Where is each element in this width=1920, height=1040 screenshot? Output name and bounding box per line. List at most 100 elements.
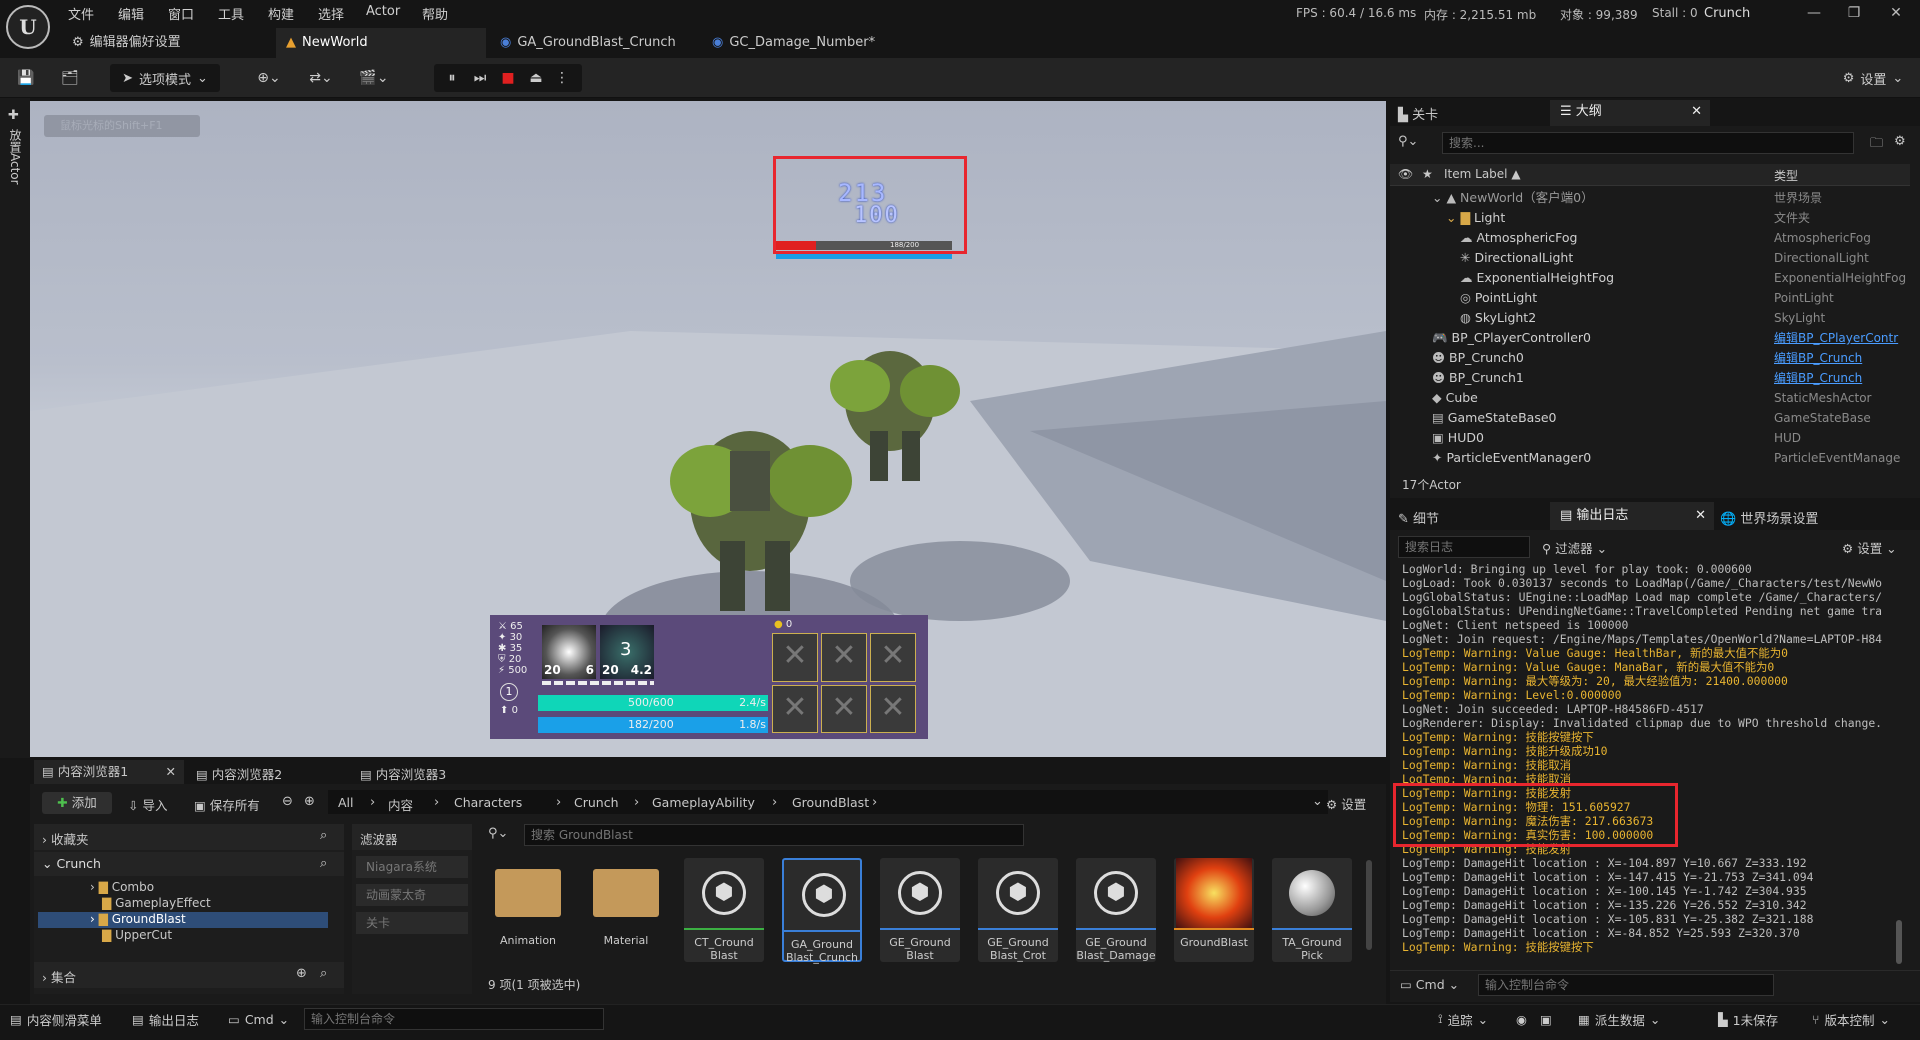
menu-help[interactable]: 帮助 [422,4,448,23]
search-icon[interactable]: ⌕ [320,966,327,981]
import-button[interactable]: ⇩ 导入 [128,795,167,814]
eject-icon[interactable]: ⏏ [524,64,548,92]
step-icon[interactable]: ⏭ [468,64,492,92]
unreal-logo[interactable]: U [6,5,50,49]
content-settings-button[interactable]: ⚙ 设置 [1326,794,1366,813]
row-type[interactable]: 编辑BP_Crunch [1774,348,1906,368]
log-filter-button[interactable]: ⚲ 过滤器 ⌄ [1542,538,1607,557]
blueprint-menu-icon[interactable]: ⇄⌄ [302,64,340,92]
asset-tile[interactable]: ⬢ GA_Ground Blast_Crunch [782,858,862,964]
path-gameplayability[interactable]: GameplayAbility [652,795,755,810]
path-all[interactable]: All [338,795,354,810]
restore-icon[interactable]: ❐ [1840,2,1868,24]
cinematics-icon[interactable]: 🎬⌄ [354,64,394,92]
save-icon[interactable]: 💾 [12,64,40,92]
inventory-slot[interactable]: ✕ [821,633,867,682]
close-window-icon[interactable]: ✕ [1882,2,1910,24]
collections-header[interactable]: › 集合 [42,967,76,986]
asset-tile[interactable]: ⬢ GE_Ground Blast_Damage [1076,858,1156,962]
filter-level[interactable]: 关卡 [356,912,468,934]
add-button[interactable]: ✚ 添加 [42,792,112,814]
tab-content-browser-2[interactable]: ▤ 内容浏览器2 [196,764,282,783]
content-drawer-button[interactable]: ▤ 内容侧滑菜单 [10,1006,102,1032]
outliner-row[interactable]: ◆ Cube StaticMeshActor [1390,388,1910,408]
outliner-row[interactable]: ⌄ ▇ Light 文件夹 [1390,208,1910,228]
place-actor-label[interactable]: 放置Actor [7,129,24,185]
outliner-row[interactable]: ▤ GameStateBase0 GameStateBase [1390,408,1910,428]
asset-search-input[interactable] [524,824,1024,846]
skill-slot-2[interactable]: 3 20 4.2 [600,625,654,679]
menu-actor[interactable]: Actor [366,4,400,19]
tree-item-groundblast[interactable]: › ▇ GroundBlast [90,912,186,926]
record-icon[interactable]: ◉ [1516,1006,1527,1032]
gear-icon[interactable]: ⚙ [1894,134,1906,149]
inventory-slot[interactable]: ✕ [870,684,916,733]
tab-output-log[interactable]: ▤ 输出日志 ✕ [1550,502,1714,530]
asset-tile[interactable]: ⬢ CT_Cround Blast [684,858,764,962]
asset-scrollbar[interactable] [1366,860,1372,950]
tab-world-settings[interactable]: 🌐 世界场景设置 [1720,508,1818,527]
add-folder-icon[interactable]: 🗀 [1870,134,1883,156]
search-icon[interactable]: ⌕ [320,828,327,843]
tab-content-browser-1[interactable]: ▤ 内容浏览器1 ✕ [34,760,184,784]
outliner-row[interactable]: ☻ BP_Crunch0 编辑BP_Crunch [1390,348,1910,368]
asset-tile[interactable]: TA_Ground Pick [1272,858,1352,962]
source-control-button[interactable]: ⑂ 版本控制 ⌄ [1812,1006,1890,1032]
save-all-button[interactable]: ▣ 保存所有 [194,795,260,814]
tree-item-gameplayeffect[interactable]: ▇ GameplayEffect [102,896,211,910]
skill-slot-1[interactable]: 20 6 [542,625,596,679]
tab-outliner[interactable]: ☰ 大纲 ✕ [1550,100,1710,126]
path-content[interactable]: 内容 [388,795,413,814]
log-output[interactable]: LogWorld: Bringing up level for play too… [1402,562,1902,954]
tree-item-uppercut[interactable]: ▇ UpperCut [102,928,172,942]
browse-icon[interactable]: 🗂 [56,64,84,92]
path-groundblast[interactable]: GroundBlast [792,795,869,810]
game-viewport[interactable]: 鼠标光标的Shift+F1 213 100 188/200 ⚔ 65 ✦ 30 … [30,101,1386,757]
tab-newworld[interactable]: ▲ NewWorld [276,28,486,58]
outliner-row[interactable]: 🎮 BP_CPlayerController0 编辑BP_CPlayerContr [1390,328,1910,348]
inventory-slot[interactable]: ✕ [821,684,867,733]
camera-icon[interactable]: ▣ [1540,1006,1552,1032]
inventory-slot[interactable]: ✕ [870,633,916,682]
asset-tile[interactable]: GroundBlast [1174,858,1254,962]
outliner-row[interactable]: ☁ AtmosphericFog AtmosphericFog [1390,228,1910,248]
asset-tile[interactable]: ⬢ GE_Ground Blast [880,858,960,962]
outliner-row[interactable]: ◎ PointLight PointLight [1390,288,1910,308]
trace-button[interactable]: ⟟ 追踪 ⌄ [1438,1006,1488,1032]
outliner-row[interactable]: ✦ ParticleEventManager0 ParticleEventMana… [1390,448,1910,468]
menu-tools[interactable]: 工具 [218,4,244,23]
pause-icon[interactable]: ⏸ [440,64,464,92]
log-console-input[interactable] [1478,974,1774,996]
outliner-row[interactable]: ☁ ExponentialHeightFog ExponentialHeightF… [1390,268,1910,288]
asset-filter-icon[interactable]: ⚲⌄ [488,826,508,841]
log-search-input[interactable] [1398,536,1530,558]
back-icon[interactable]: ⊖ [282,794,293,809]
place-actor-icon[interactable]: ✚ [8,108,30,123]
add-actor-icon[interactable]: ⊕⌄ [250,64,288,92]
path-characters[interactable]: Characters [454,795,522,810]
search-icon[interactable]: ⌕ [320,856,327,871]
derived-data-button[interactable]: ▦ 派生数据 ⌄ [1578,1006,1660,1032]
tab-details[interactable]: ✎ 细节 [1398,508,1439,527]
console-input[interactable] [304,1008,604,1030]
tab-editor-preferences[interactable]: ⚙ 编辑器偏好设置 [62,28,191,58]
tab-ga-groundblast[interactable]: ◉ GA_GroundBlast_Crunch [490,28,686,58]
cmd-select[interactable]: ▭ Cmd ⌄ [228,1006,289,1032]
mode-select-button[interactable]: ➤ 选项模式 ⌄ [110,64,220,92]
col-label[interactable]: Item Label ▲ [1444,167,1521,181]
unsaved-button[interactable]: ▙ 1未保存 [1718,1006,1778,1032]
outliner-row[interactable]: ▣ HUD0 HUD [1390,428,1910,448]
log-cmd-select[interactable]: ▭ Cmd ⌄ [1400,977,1459,992]
chevron-down-icon[interactable]: ⌄ [1312,794,1323,809]
tab-content-browser-3[interactable]: ▤ 内容浏览器3 [360,764,446,783]
log-scrollbar[interactable] [1896,920,1902,964]
output-log-button[interactable]: ▤ 输出日志 [132,1006,199,1032]
asset-tile[interactable]: Animation [488,858,568,962]
menu-edit[interactable]: 编辑 [118,4,144,23]
menu-build[interactable]: 构建 [268,4,294,23]
tree-item-combo[interactable]: › ▇ Combo [90,880,154,894]
outliner-row[interactable]: ⌄ ▲ NewWorld（客户端0） 世界场景 [1390,188,1910,208]
outliner-search-input[interactable] [1442,132,1854,154]
col-type[interactable]: 类型 [1774,167,1798,184]
row-type[interactable]: 编辑BP_CPlayerContr [1774,328,1906,348]
